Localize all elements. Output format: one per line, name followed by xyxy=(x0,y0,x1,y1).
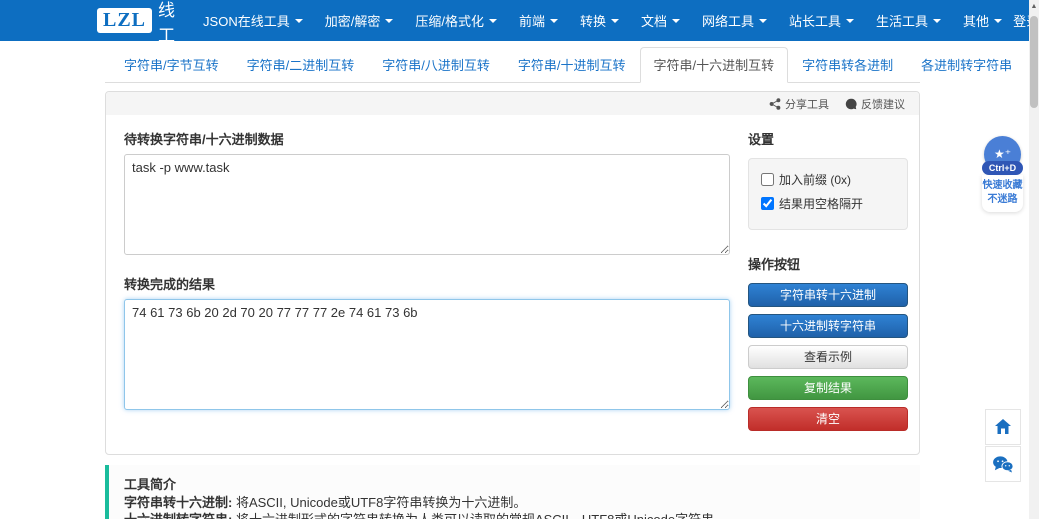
space-separator-checkbox-row[interactable]: 结果用空格隔开 xyxy=(761,195,895,212)
space-checkbox-label: 结果用空格隔开 xyxy=(779,195,863,212)
prefix-checkbox-label: 加入前缀 (0x) xyxy=(779,171,851,188)
actions-title: 操作按钮 xyxy=(748,254,908,273)
hex-to-string-button[interactable]: 十六进制转字符串 xyxy=(748,314,908,338)
caret-down-icon xyxy=(994,19,1002,23)
nav-item-compress-format[interactable]: 压缩/格式化 xyxy=(404,0,508,41)
converter-panel: 分享工具 反馈建议 待转换字符串/十六进制数据 task -p www.task… xyxy=(105,91,920,455)
caret-down-icon xyxy=(385,19,393,23)
panel-body: 待转换字符串/十六进制数据 task -p www.task 转换完成的结果 7… xyxy=(106,115,919,454)
string-to-hex-button[interactable]: 字符串转十六进制 xyxy=(748,283,908,307)
tab-string-binary[interactable]: 字符串/二进制互转 xyxy=(233,47,369,83)
tab-string-hex-active[interactable]: 字符串/十六进制互转 xyxy=(640,47,789,83)
bookmark-hint: 快速收藏 不迷路 xyxy=(982,175,1023,212)
tab-bases-to-string[interactable]: 各进制转字符串 xyxy=(907,47,1026,83)
copy-result-button[interactable]: 复制结果 xyxy=(748,376,908,400)
tab-string-byte[interactable]: 字符串/字节互转 xyxy=(110,47,233,83)
settings-box: 加入前缀 (0x) 结果用空格隔开 xyxy=(748,158,908,230)
caret-down-icon xyxy=(933,19,941,23)
settings-title: 设置 xyxy=(748,129,908,148)
ctrl-d-badge: Ctrl+D xyxy=(982,161,1023,175)
space-separator-checkbox[interactable] xyxy=(761,197,774,210)
top-navbar: LZL 在线工具 JSON在线工具 加密/解密 压缩/格式化 前端 转换 文档 … xyxy=(0,0,1039,41)
result-textarea[interactable]: 74 61 73 6b 20 2d 70 20 77 77 77 2e 74 6… xyxy=(124,299,730,410)
share-tool-button[interactable]: 分享工具 xyxy=(769,96,829,112)
caret-down-icon xyxy=(550,19,558,23)
tab-string-decimal[interactable]: 字符串/十进制互转 xyxy=(504,47,640,83)
logo-lzl: LZL xyxy=(97,8,152,33)
clear-button[interactable]: 清空 xyxy=(748,407,908,431)
home-button[interactable] xyxy=(985,409,1021,445)
floating-side-buttons xyxy=(985,409,1021,482)
scrollbar-thumb[interactable] xyxy=(1030,16,1038,108)
source-textarea[interactable]: task -p www.task xyxy=(124,154,730,255)
output-label: 转换完成的结果 xyxy=(124,274,730,293)
caret-down-icon xyxy=(846,19,854,23)
tool-intro-section: 工具简介 字符串转十六进制: 将ASCII, Unicode或UTF8字符串转换… xyxy=(105,465,920,519)
nav-item-life-tools[interactable]: 生活工具 xyxy=(865,0,952,41)
tool-tabs: 字符串/字节互转 字符串/二进制互转 字符串/八进制互转 字符串/十进制互转 字… xyxy=(105,47,920,83)
nav-item-encrypt-decrypt[interactable]: 加密/解密 xyxy=(314,0,405,41)
tab-string-to-bases[interactable]: 字符串转各进制 xyxy=(788,47,907,83)
intro-title: 工具简介 xyxy=(124,477,176,492)
nav-item-others[interactable]: 其他 xyxy=(952,0,1013,41)
scroll-up-arrow[interactable]: ▲ xyxy=(1029,0,1039,14)
sidebar-controls: 设置 加入前缀 (0x) 结果用空格隔开 操作按钮 字符串转十六进制 十六进制转… xyxy=(748,129,908,438)
nav-item-document[interactable]: 文档 xyxy=(630,0,691,41)
prefix-0x-checkbox[interactable] xyxy=(761,173,774,186)
wechat-button[interactable] xyxy=(985,446,1021,482)
page-scrollbar[interactable]: ▲ xyxy=(1029,0,1039,519)
caret-down-icon xyxy=(489,19,497,23)
caret-down-icon xyxy=(759,19,767,23)
input-label: 待转换字符串/十六进制数据 xyxy=(124,129,730,148)
nav-item-json-tools[interactable]: JSON在线工具 xyxy=(192,0,314,41)
panel-header: 分享工具 反馈建议 xyxy=(106,92,919,115)
view-example-button[interactable]: 查看示例 xyxy=(748,345,908,369)
tab-string-octal[interactable]: 字符串/八进制互转 xyxy=(368,47,504,83)
nav-item-convert[interactable]: 转换 xyxy=(569,0,630,41)
share-icon xyxy=(769,98,781,110)
nav-item-webmaster-tools[interactable]: 站长工具 xyxy=(778,0,865,41)
nav-menu: JSON在线工具 加密/解密 压缩/格式化 前端 转换 文档 网络工具 站长工具… xyxy=(192,0,1013,41)
caret-down-icon xyxy=(672,19,680,23)
intro-line-2: 十六进制转字符串: 将十六进制形式的字符串转换为人类可以读取的常规ASCII、U… xyxy=(124,512,905,519)
nav-item-frontend[interactable]: 前端 xyxy=(508,0,569,41)
prefix-checkbox-row[interactable]: 加入前缀 (0x) xyxy=(761,171,895,188)
caret-down-icon xyxy=(295,19,303,23)
nav-item-network-tools[interactable]: 网络工具 xyxy=(691,0,778,41)
wechat-icon xyxy=(992,455,1014,473)
feedback-icon xyxy=(845,98,857,110)
home-icon xyxy=(993,417,1013,437)
page: LZL 在线工具 JSON在线工具 加密/解密 压缩/格式化 前端 转换 文档 … xyxy=(0,0,1039,519)
feedback-button[interactable]: 反馈建议 xyxy=(845,96,905,112)
intro-line-1: 字符串转十六进制: 将ASCII, Unicode或UTF8字符串转换为十六进制… xyxy=(124,495,905,512)
caret-down-icon xyxy=(611,19,619,23)
bookmark-ctrl-d-widget[interactable]: ★⁺ Ctrl+D 快速收藏 不迷路 xyxy=(982,136,1023,212)
converter-form: 待转换字符串/十六进制数据 task -p www.task 转换完成的结果 7… xyxy=(124,129,730,438)
